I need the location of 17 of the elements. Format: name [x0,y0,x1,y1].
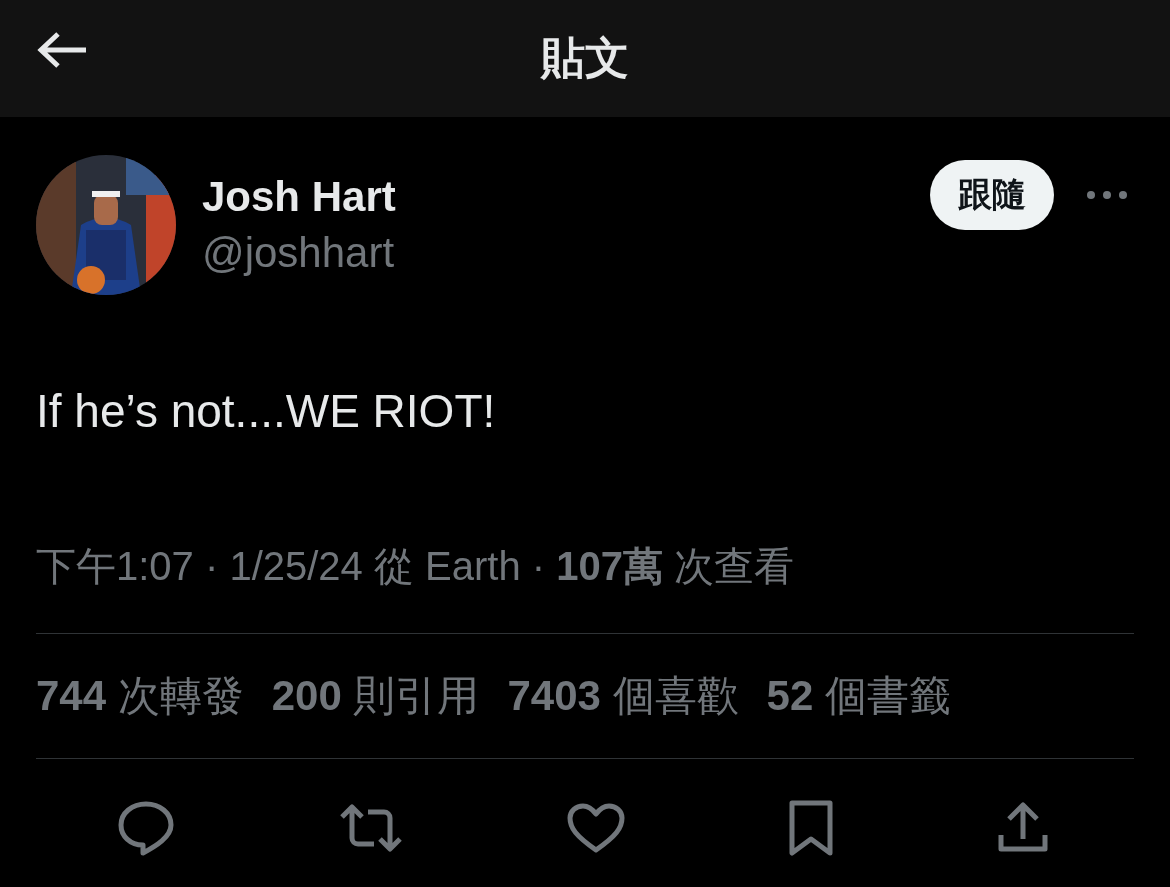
follow-button[interactable]: 跟隨 [930,160,1054,230]
stat-text[interactable]: 200 則引用 [271,668,480,724]
post-meta: 下午1:07 · 1/25/24 從 Earth · 107萬 次查看 [36,543,796,590]
more-icon[interactable] [1086,190,1128,200]
bookmark-icon[interactable] [788,799,834,857]
heart-icon[interactable] [566,802,626,854]
stat-text[interactable]: 52 個書籤 [766,668,951,724]
back-arrow-icon[interactable] [36,30,88,70]
post-text: If he’s not....WE RIOT! [36,384,497,439]
stat-text[interactable]: 7403 個喜歡 [507,668,739,724]
page-title: 貼文 [541,32,629,84]
reply-icon[interactable] [116,800,176,856]
author-name[interactable]: Josh Hart [202,169,930,225]
share-icon[interactable] [996,801,1050,855]
stat-text[interactable]: 744 次轉發 [36,668,244,724]
author-handle[interactable]: @joshhart [202,225,930,281]
repost-icon[interactable] [338,803,404,853]
